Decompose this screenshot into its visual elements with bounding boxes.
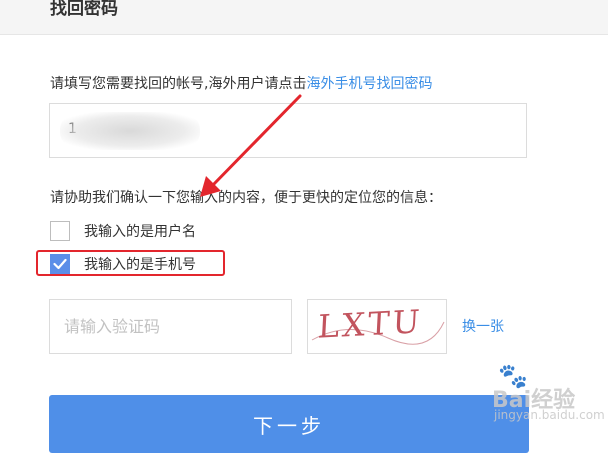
helper-text: 请协助我们确认一下您输入的内容，便于更快的定位您的信息： <box>50 190 442 206</box>
page-title: 找回密码 <box>50 0 118 19</box>
captcha-text: LXTU <box>316 302 424 346</box>
watermark-sub: jingyan.baidu.com <box>494 408 605 422</box>
page-header: 找回密码 <box>0 0 608 35</box>
option-username-label: 我输入的是用户名 <box>84 224 196 240</box>
annotation-highlight-box <box>36 250 225 276</box>
instruction-label: 请填写您需要找回的帐号,海外用户请点击 <box>50 76 307 92</box>
overseas-recovery-link[interactable]: 海外手机号找回密码 <box>306 76 432 92</box>
captcha-input[interactable] <box>49 299 292 354</box>
captcha-image[interactable]: LXTU <box>307 299 447 354</box>
refresh-captcha-link[interactable]: 换一张 <box>462 316 504 336</box>
next-step-button[interactable]: 下一步 <box>49 395 529 453</box>
instruction-text: 请填写您需要找回的帐号,海外用户请点击海外手机号找回密码 <box>50 73 432 93</box>
account-field[interactable]: 1 <box>49 103 527 158</box>
option-username[interactable]: 我输入的是用户名 <box>50 220 196 242</box>
username-checkbox[interactable] <box>50 221 70 241</box>
redaction-blur <box>60 112 200 150</box>
baidu-watermark: 🐾 Bai经验 jingyan.baidu.com <box>468 362 605 442</box>
